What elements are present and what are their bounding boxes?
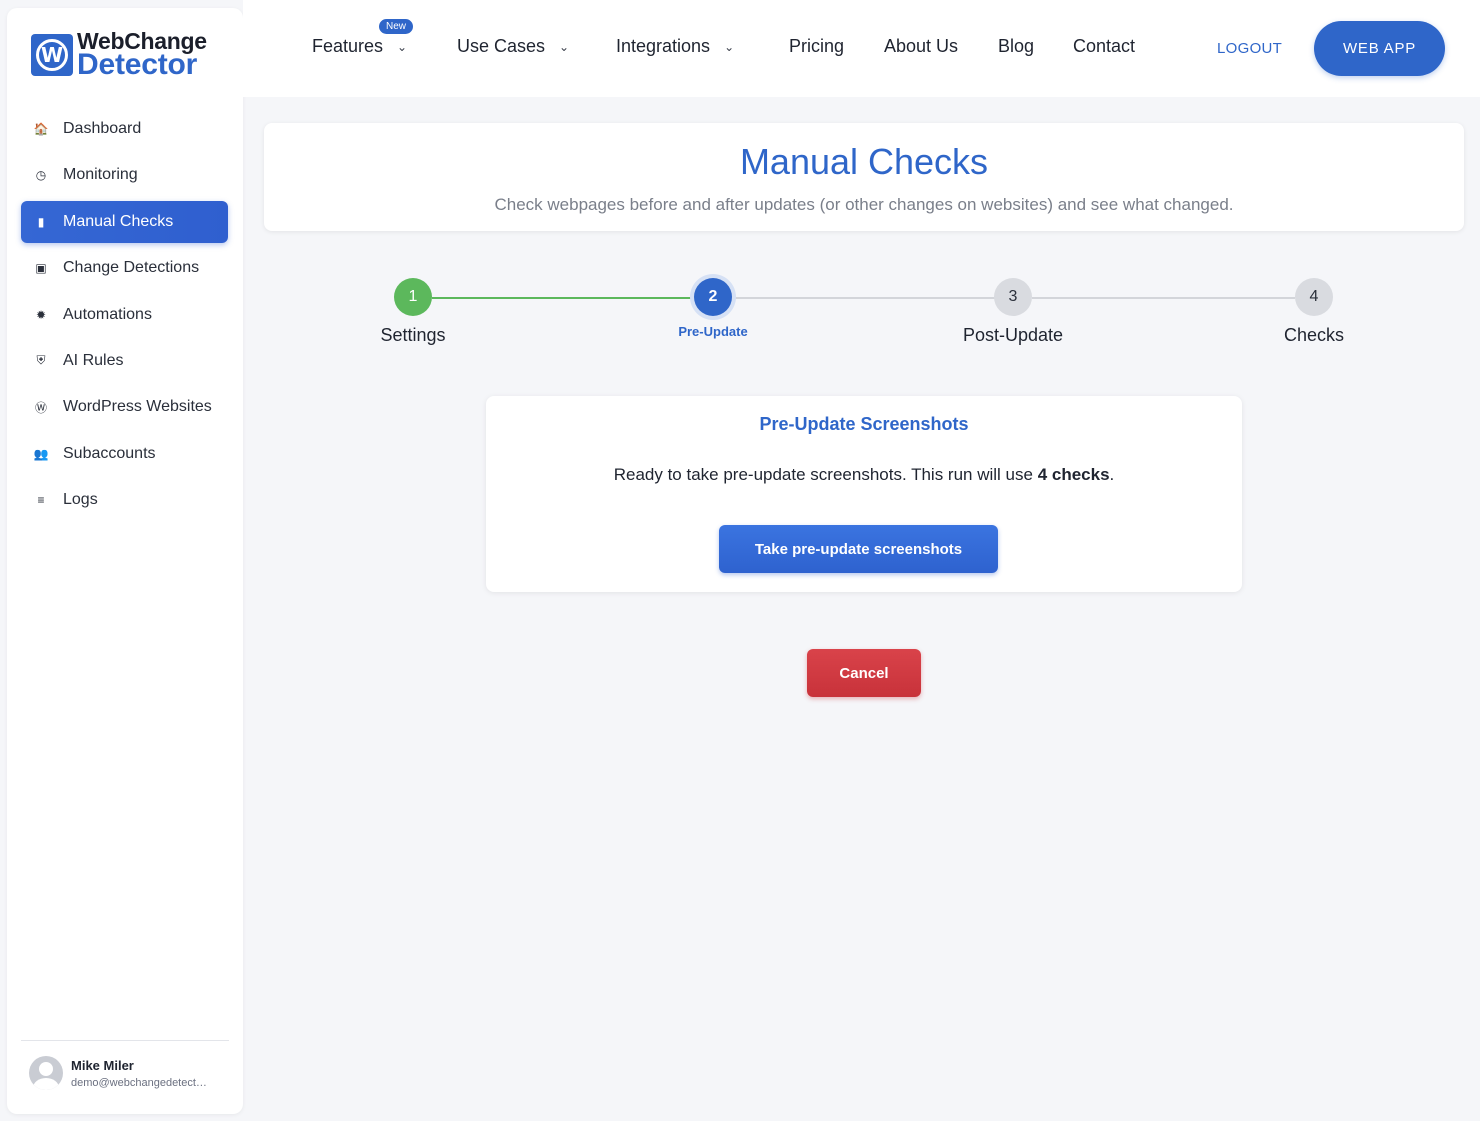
step-2-indicator: 2 — [694, 278, 732, 316]
sidebar: W WebChange Detector 🏠 Dashboard ◷ Monitori… — [7, 8, 243, 1114]
nav-blog-label: Blog — [998, 36, 1035, 56]
sidebar-item-label: Subaccounts — [63, 444, 156, 462]
step-2-label: Pre-Update — [678, 324, 748, 339]
chevron-down-icon: ⌄ — [724, 39, 735, 54]
sidebar-nav: 🏠 Dashboard ◷ Monitoring ▮ Manual Checks ▣ Chan… — [21, 108, 228, 526]
cancel-button[interactable]: Cancel — [807, 649, 921, 697]
checks-count: 4 checks — [1037, 465, 1110, 484]
avatar — [29, 1056, 63, 1090]
user-profile[interactable]: Mike Miler demo@webchangedetect… — [29, 1056, 207, 1090]
nav-contact[interactable]: Contact — [1073, 36, 1135, 57]
sidebar-item-label: Manual Checks — [63, 212, 174, 230]
shield-icon: ⛨ — [36, 353, 46, 368]
sidebar-item-label: AI Rules — [63, 351, 124, 369]
pre-update-card: Pre-Update Screenshots Ready to take pre… — [486, 396, 1242, 592]
step-3-indicator: 3 — [994, 278, 1032, 316]
home-icon: 🏠 — [33, 122, 49, 136]
clipboard-icon: ▮ — [37, 214, 45, 229]
sidebar-item-automations[interactable]: ✹ Automations — [21, 294, 228, 336]
nav-integrations[interactable]: Integrations ⌄ — [616, 36, 734, 57]
sidebar-divider — [21, 1040, 229, 1041]
nav-use-cases-label: Use Cases — [457, 36, 546, 56]
take-pre-update-screenshots-button[interactable]: Take pre-update screenshots — [719, 525, 998, 573]
nav-about-us-label: About Us — [884, 36, 959, 56]
step-connector-done — [432, 297, 694, 299]
step-4-indicator: 4 — [1295, 278, 1333, 316]
sidebar-item-label: Change Detections — [63, 259, 200, 277]
sidebar-item-label: Monitoring — [63, 166, 138, 184]
chevron-down-icon: ⌄ — [559, 39, 570, 54]
sidebar-item-monitoring[interactable]: ◷ Monitoring — [21, 154, 228, 196]
page-title: Manual Checks — [739, 141, 989, 182]
sidebar-item-label: Dashboard — [63, 120, 142, 137]
step-connector — [733, 297, 995, 299]
web-app-button[interactable]: WEB APP — [1314, 21, 1445, 76]
nav-features[interactable]: Features New ⌄ — [312, 19, 414, 57]
logout-link[interactable]: LOGOUT — [1217, 40, 1282, 57]
user-email: demo@webchangedetect… — [71, 1076, 207, 1089]
nav-use-cases[interactable]: Use Cases ⌄ — [457, 36, 569, 57]
logo-mark-icon: W — [31, 34, 73, 76]
clock-icon: ◷ — [35, 168, 47, 183]
users-icon: 👥 — [33, 446, 49, 461]
page-subtitle: Check webpages before and after updates … — [494, 195, 1234, 214]
sidebar-item-ai-rules[interactable]: ⛨ AI Rules — [21, 340, 228, 382]
nav-about-us[interactable]: About Us — [884, 36, 958, 57]
top-bar: Features New ⌄ Use Cases ⌄ Integrations … — [243, 0, 1480, 97]
card-message: Ready to take pre-update screenshots. Th… — [486, 465, 1242, 485]
logo-mark-letter: W — [36, 39, 68, 71]
nav-contact-label: Contact — [1073, 36, 1136, 56]
nav-integrations-label: Integrations — [616, 36, 711, 56]
sidebar-item-label: Logs — [63, 491, 98, 509]
app-logo[interactable]: W WebChange Detector — [31, 30, 207, 80]
new-badge: New — [379, 19, 414, 34]
card-message-suffix: . — [1109, 465, 1115, 484]
nav-pricing-label: Pricing — [789, 36, 845, 56]
nav-blog[interactable]: Blog — [998, 36, 1034, 57]
card-message-prefix: Ready to take pre-update screenshots. Th… — [613, 465, 1038, 484]
chevron-down-icon: ⌄ — [397, 39, 408, 54]
sidebar-item-label: Automations — [63, 305, 152, 323]
card-title: Pre-Update Screenshots — [759, 414, 969, 434]
step-3-label: Post-Update — [962, 325, 1064, 345]
user-name: Mike Miler — [71, 1057, 134, 1073]
sidebar-item-logs[interactable]: ≡ Logs — [21, 479, 228, 521]
logo-text-line2: Detector — [77, 48, 198, 81]
sidebar-item-label: WordPress Websites — [63, 398, 212, 416]
list-icon: ≡ — [37, 493, 45, 508]
sidebar-item-wordpress-websites[interactable]: Ⓦ WordPress Websites — [21, 386, 228, 428]
sidebar-item-change-detections[interactable]: ▣ Change Detections — [21, 247, 228, 289]
nav-features-label: Features — [312, 36, 384, 56]
wordpress-icon: Ⓦ — [34, 400, 47, 415]
sidebar-item-dashboard[interactable]: 🏠 Dashboard — [21, 108, 228, 150]
step-connector — [1032, 297, 1295, 299]
step-1-label: Settings — [380, 325, 446, 345]
gear-icon: ✹ — [35, 307, 47, 322]
step-4-label: Checks — [1283, 325, 1345, 345]
monitor-icon: ▣ — [35, 261, 47, 276]
sidebar-item-subaccounts[interactable]: 👥 Subaccounts — [21, 433, 228, 475]
sidebar-item-manual-checks[interactable]: ▮ Manual Checks — [21, 200, 228, 243]
page-header-card: Manual Checks Check webpages before and … — [264, 123, 1464, 231]
step-1-indicator: 1 — [394, 278, 432, 316]
nav-pricing[interactable]: Pricing — [789, 36, 844, 57]
